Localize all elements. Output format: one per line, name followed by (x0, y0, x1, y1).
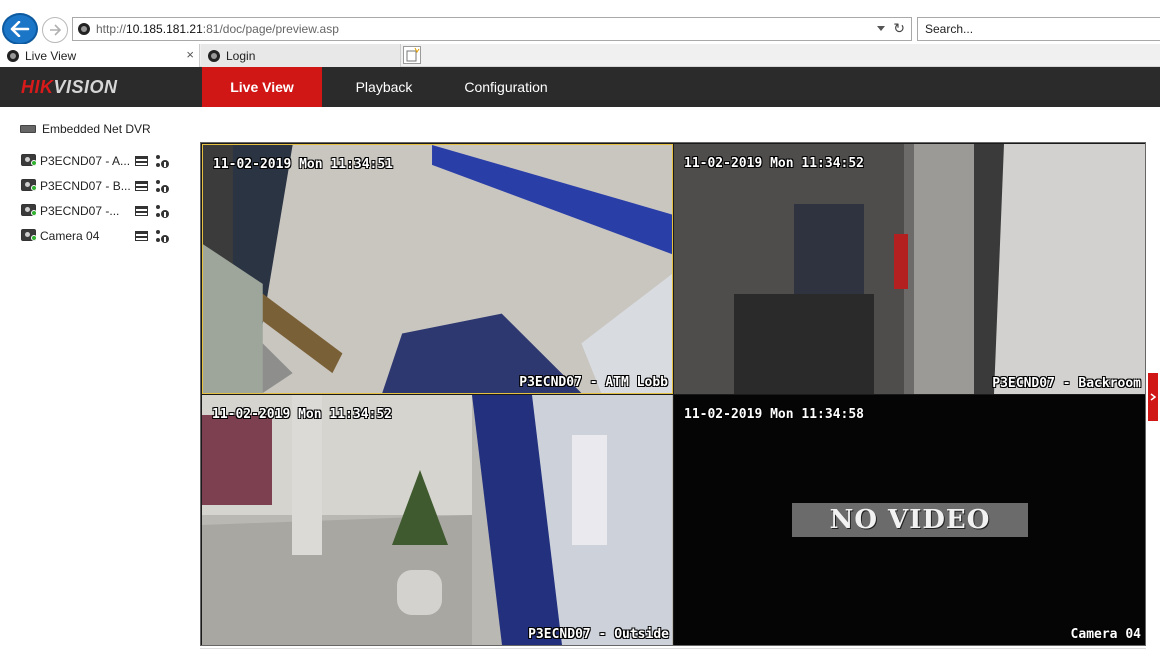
chevron-right-icon (1150, 393, 1156, 401)
camera-row[interactable]: Camera 04 (21, 226, 176, 246)
url-text: http://10.185.181.21:81/doc/page/preview… (96, 22, 339, 36)
nav-tab-playback[interactable]: Playback (324, 67, 444, 107)
tab-label: Live View (25, 48, 77, 63)
online-status-icon (31, 210, 37, 216)
panel-toggle-button[interactable] (1148, 373, 1158, 421)
video-tile-backroom[interactable]: 11-02-2019 Mon 11:34:52 P3ECND07 - Backr… (674, 144, 1145, 394)
osd-timestamp: 11-02-2019 Mon 11:34:52 (684, 156, 865, 171)
ptz-icon[interactable] (154, 178, 170, 194)
record-icon[interactable] (135, 231, 148, 241)
ptz-icon[interactable] (154, 203, 170, 219)
camera-feed-image (203, 145, 672, 393)
browser-address-bar: http://10.185.181.21:81/doc/page/preview… (0, 13, 1160, 45)
site-icon (78, 23, 90, 35)
camera-feed-image (674, 144, 1145, 394)
url-dropdown-icon[interactable] (877, 26, 885, 31)
video-tile-camera-04[interactable]: 11-02-2019 Mon 11:34:58 NO VIDEO Camera … (674, 395, 1145, 645)
close-icon[interactable]: × (186, 47, 194, 62)
osd-channel-name: P3ECND07 - Backroom (992, 376, 1141, 391)
search-input[interactable] (918, 18, 1160, 40)
ptz-icon[interactable] (154, 228, 170, 244)
hikvision-logo: HIKVISION (21, 77, 118, 97)
camera-row[interactable]: P3ECND07 - B... (21, 176, 176, 196)
online-status-icon (31, 160, 37, 166)
osd-timestamp: 11-02-2019 Mon 11:34:58 (684, 407, 865, 422)
video-tile-outside[interactable]: 11-02-2019 Mon 11:34:52 P3ECND07 - Outsi… (202, 395, 673, 645)
forward-button[interactable] (42, 17, 68, 43)
device-node[interactable]: Embedded Net DVR (20, 121, 151, 137)
nav-tab-live-view[interactable]: Live View (202, 67, 322, 107)
site-icon (7, 49, 19, 62)
device-name: Embedded Net DVR (42, 122, 151, 136)
back-arrow-icon (10, 21, 30, 37)
camera-row[interactable]: P3ECND07 -... (21, 201, 176, 221)
new-tab-icon (406, 47, 420, 62)
url-field[interactable]: http://10.185.181.21:81/doc/page/preview… (72, 17, 912, 41)
video-tile-atm-lobby[interactable]: 11-02-2019 Mon 11:34:51 P3ECND07 - ATM L… (202, 144, 673, 394)
record-icon[interactable] (135, 206, 148, 216)
record-icon[interactable] (135, 181, 148, 191)
camera-row[interactable]: P3ECND07 - A... (21, 151, 176, 171)
app-header: HIKVISION Live View Playback Configurati… (0, 67, 1160, 107)
video-grid: 11-02-2019 Mon 11:34:51 P3ECND07 - ATM L… (200, 142, 1146, 646)
dvr-icon (20, 125, 36, 133)
browser-tab-bar: Live View × Login (0, 44, 1160, 67)
osd-timestamp: 11-02-2019 Mon 11:34:52 (212, 407, 393, 422)
search-box[interactable] (917, 17, 1160, 41)
toolbar-strip (200, 648, 1146, 658)
osd-timestamp: 11-02-2019 Mon 11:34:51 (213, 157, 394, 172)
forward-arrow-icon (50, 24, 62, 36)
camera-label: P3ECND07 - A... (40, 154, 131, 168)
ptz-icon[interactable] (154, 153, 170, 169)
osd-channel-name: P3ECND07 - ATM Lobb (519, 375, 668, 390)
new-tab-button[interactable] (403, 46, 421, 64)
no-video-banner: NO VIDEO (792, 503, 1028, 537)
nav-tab-configuration[interactable]: Configuration (446, 67, 566, 107)
record-icon[interactable] (135, 156, 148, 166)
camera-label: P3ECND07 - B... (40, 179, 131, 193)
camera-label: P3ECND07 -... (40, 204, 120, 218)
tab-label: Login (226, 48, 256, 63)
online-status-icon (31, 235, 37, 241)
back-button[interactable] (2, 13, 38, 45)
refresh-icon[interactable]: ↻ (893, 20, 905, 37)
osd-channel-name: Camera 04 (1070, 627, 1141, 642)
browser-tab-live-view[interactable]: Live View × (0, 44, 200, 67)
online-status-icon (31, 185, 37, 191)
osd-channel-name: P3ECND07 - Outside (528, 627, 669, 642)
camera-label: Camera 04 (40, 229, 100, 243)
site-icon (208, 49, 220, 62)
browser-tab-login[interactable]: Login (201, 44, 401, 67)
camera-feed-image (202, 395, 673, 645)
